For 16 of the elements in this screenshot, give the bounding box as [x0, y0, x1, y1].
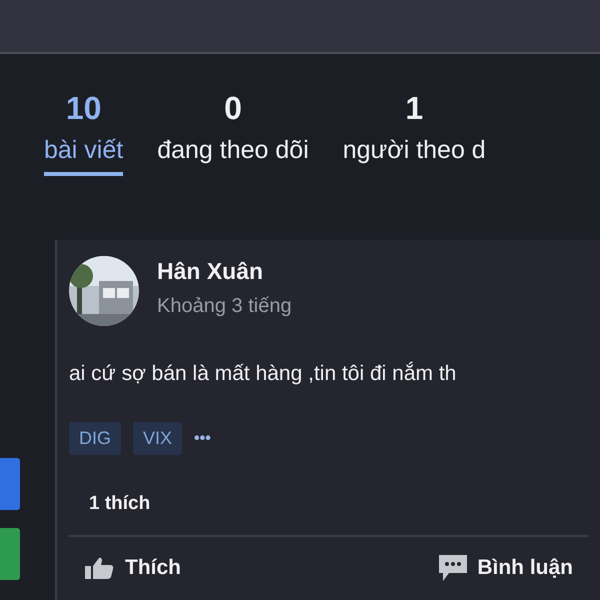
- stat-tab[interactable]: 10 bài viết: [44, 88, 124, 240]
- like-count[interactable]: 1 thích: [89, 493, 600, 515]
- stat-tab[interactable]: 0 đang theo dõi: [157, 88, 309, 240]
- side-button[interactable]: [0, 528, 20, 580]
- comment-button[interactable]: Bình luận: [423, 551, 589, 585]
- more-tags[interactable]: •••: [194, 430, 211, 448]
- stock-tag[interactable]: VIX: [133, 422, 182, 455]
- thumbs-up-icon: [85, 556, 115, 580]
- author-name[interactable]: Hân Xuân: [157, 258, 292, 285]
- stock-tag[interactable]: DIG: [69, 422, 122, 455]
- post-time: Khoảng 3 tiếng: [157, 295, 292, 318]
- comment-icon: [439, 555, 468, 581]
- side-button[interactable]: [0, 458, 20, 510]
- like-button[interactable]: Thích: [69, 551, 197, 585]
- post-text: ai cứ sợ bán là mất hàng ,tin tôi đi nắm th: [69, 362, 458, 386]
- stat-tab[interactable]: 1 người theo d: [342, 88, 486, 240]
